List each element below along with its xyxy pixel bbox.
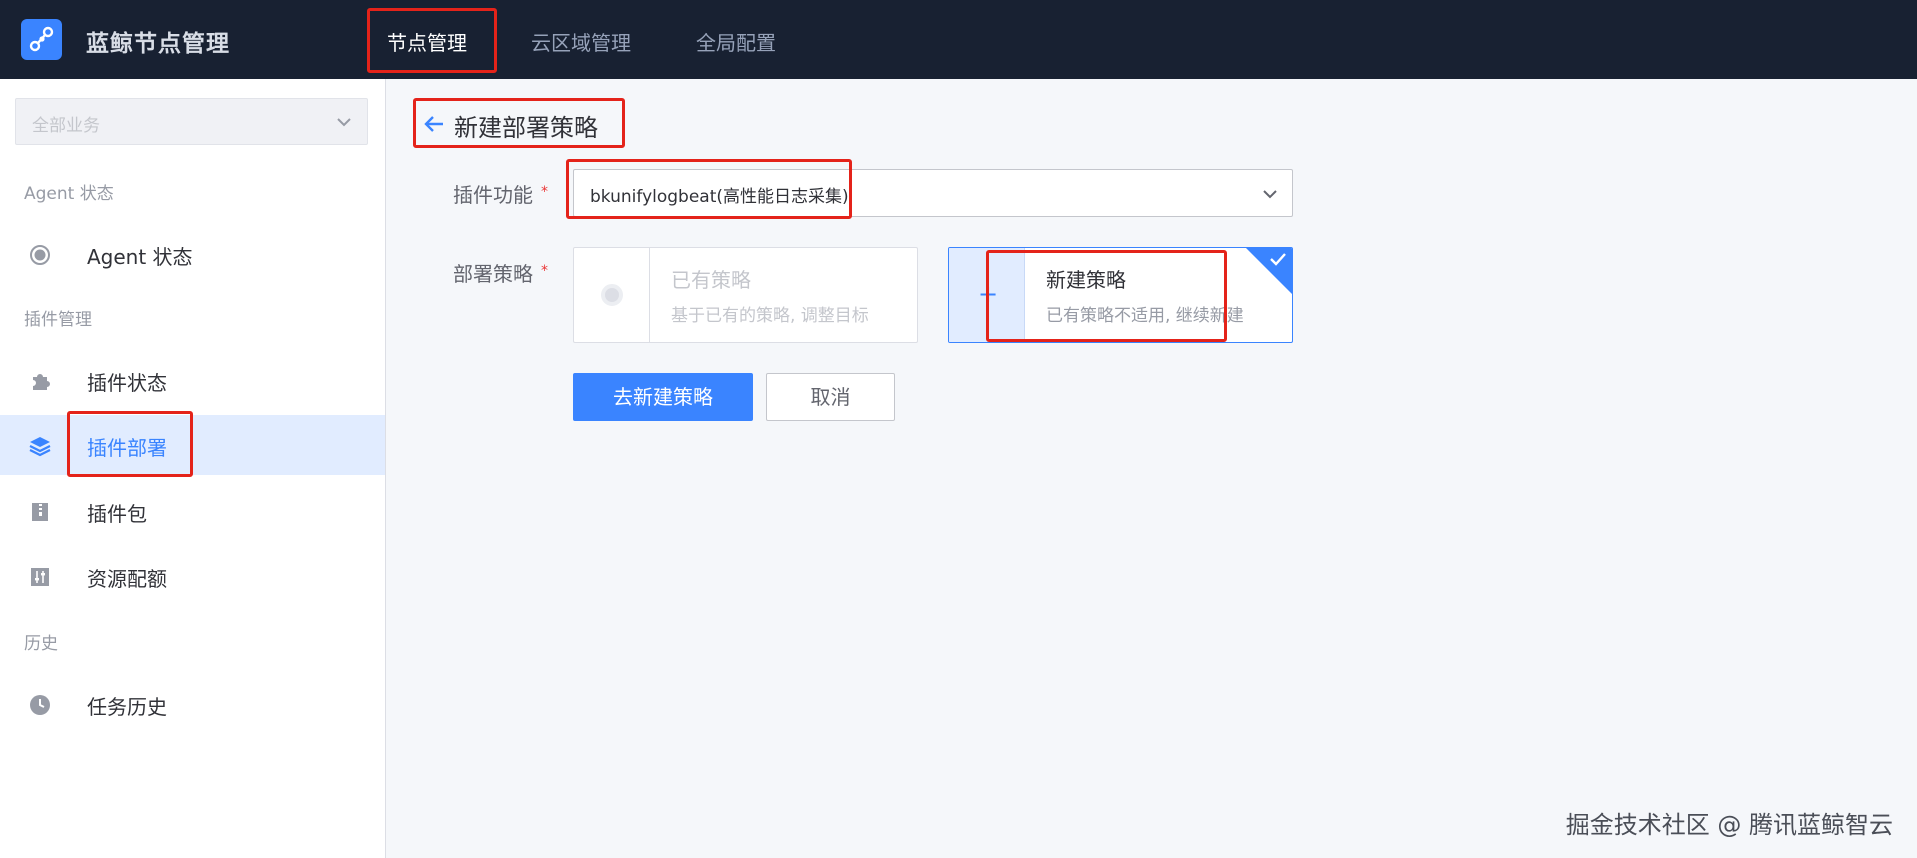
check-icon [1270, 253, 1286, 266]
clock-icon [30, 695, 50, 715]
radio-dot-icon [30, 245, 50, 265]
strategy-option-side [574, 248, 650, 342]
sidebar-item-label: 插件部署 [87, 436, 167, 460]
sidebar-item-label: 任务历史 [87, 695, 167, 719]
sidebar-item-label: 插件包 [87, 502, 147, 526]
required-mark: * [541, 263, 548, 279]
sidebar-item-plugin-package[interactable]: 插件包 [0, 481, 385, 541]
layers-icon [29, 437, 51, 457]
strategy-option-title: 已有策略 [671, 268, 751, 292]
cancel-button[interactable]: 取消 [766, 373, 895, 421]
strategy-option-side: + [949, 248, 1025, 342]
package-icon [32, 503, 48, 521]
sliders-icon [31, 568, 49, 586]
top-navigation-bar: 蓝鲸节点管理 节点管理 云区域管理 全局配置 [0, 0, 1917, 79]
required-mark: * [541, 184, 548, 200]
app-title: 蓝鲸节点管理 [86, 31, 230, 57]
deploy-strategy-label: 部署策略 [453, 262, 533, 286]
sidebar: 全部业务 Agent 状态 Agent 状态 插件管理 插件状态 插件部署 插件… [0, 79, 386, 858]
sidebar-item-label: Agent 状态 [87, 245, 193, 269]
strategy-option-existing[interactable]: 已有策略 基于已有的策略, 调整目标 [573, 247, 918, 343]
radio-icon [601, 284, 623, 306]
sidebar-item-agent-status[interactable]: Agent 状态 [0, 224, 385, 284]
business-select[interactable]: 全部业务 [15, 98, 368, 145]
back-arrow-icon[interactable] [423, 110, 445, 138]
sidebar-item-task-history[interactable]: 任务历史 [0, 674, 385, 734]
plus-icon: + [978, 280, 999, 308]
strategy-option-title: 新建策略 [1046, 268, 1126, 292]
group-title-plugin: 插件管理 [24, 310, 92, 330]
sidebar-item-plugin-status[interactable]: 插件状态 [0, 350, 385, 410]
watermark: 掘金技术社区 @ 腾讯蓝鲸智云 [1565, 811, 1893, 839]
sidebar-item-label: 资源配额 [87, 567, 167, 591]
sidebar-item-resource-quota[interactable]: 资源配额 [0, 546, 385, 606]
nav-cloud-area-management[interactable]: 云区域管理 [531, 27, 631, 56]
page-title: 新建部署策略 [454, 114, 598, 142]
business-select-placeholder: 全部业务 [32, 116, 100, 136]
plugin-function-value: bkunifylogbeat(高性能日志采集) [590, 187, 849, 207]
plugin-function-label: 插件功能 [453, 183, 533, 207]
sidebar-item-plugin-deploy[interactable]: 插件部署 [0, 415, 385, 475]
plugin-function-select[interactable]: bkunifylogbeat(高性能日志采集) [573, 169, 1293, 217]
nav-global-config[interactable]: 全局配置 [696, 27, 776, 56]
create-strategy-button[interactable]: 去新建策略 [573, 373, 753, 421]
chevron-down-icon [1263, 190, 1277, 199]
sidebar-item-label: 插件状态 [87, 371, 167, 395]
puzzle-icon [33, 374, 50, 390]
strategy-option-desc: 基于已有的策略, 调整目标 [671, 306, 869, 326]
chevron-down-icon [337, 118, 351, 127]
strategy-option-new[interactable]: + 新建策略 已有策略不适用, 继续新建 [948, 247, 1293, 343]
group-title-agent: Agent 状态 [24, 184, 114, 204]
nav-node-management[interactable]: 节点管理 [387, 27, 467, 56]
group-title-history: 历史 [24, 634, 58, 654]
strategy-option-desc: 已有策略不适用, 继续新建 [1046, 306, 1244, 326]
bk-node-logo-icon[interactable] [21, 19, 62, 60]
